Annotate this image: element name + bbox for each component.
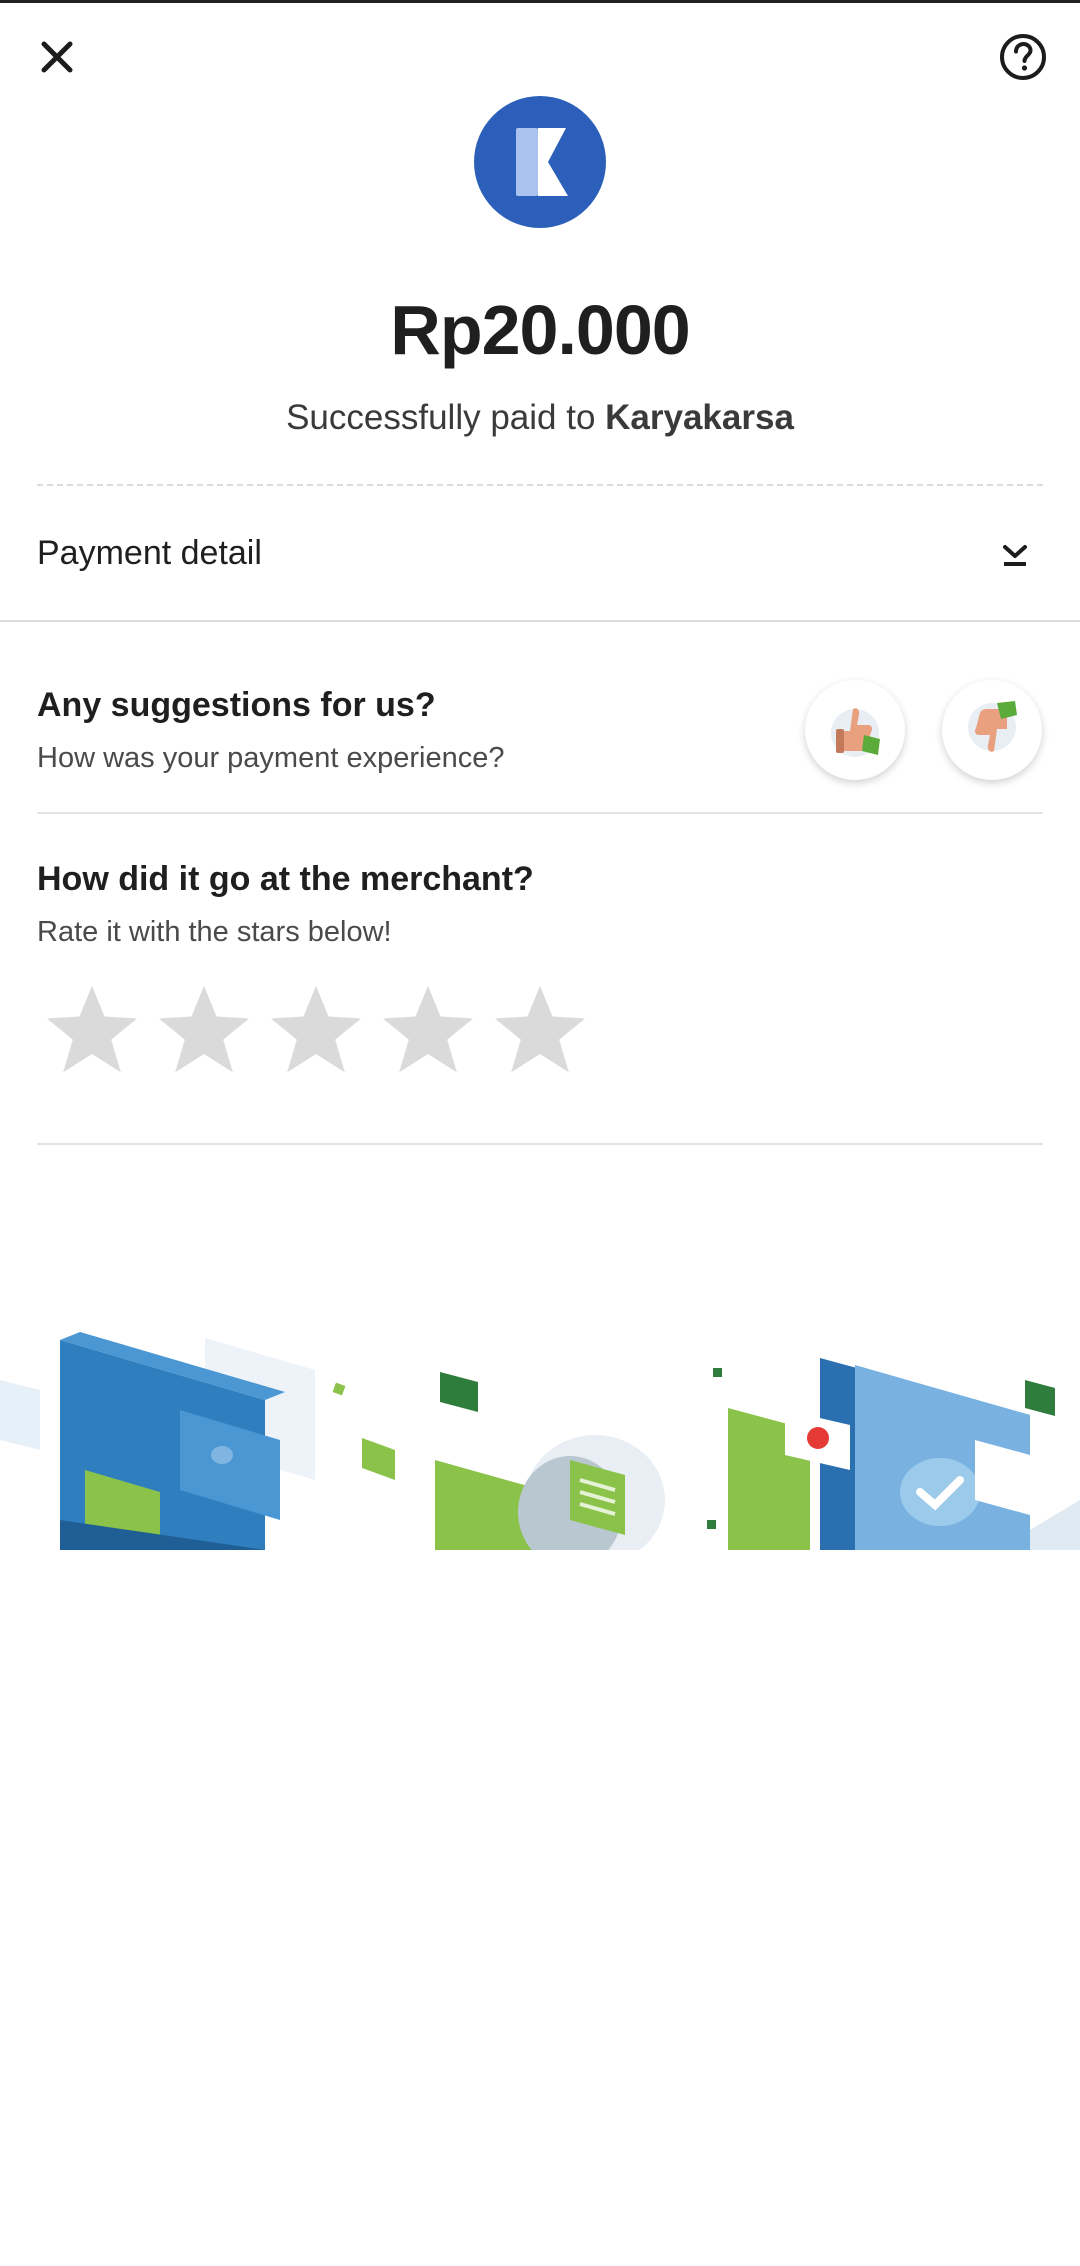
payment-status-prefix: Successfully paid to bbox=[286, 398, 606, 437]
dashed-divider bbox=[37, 484, 1043, 486]
thumbs-up-button[interactable] bbox=[805, 680, 905, 780]
payment-status: Successfully paid to Karyakarsa bbox=[0, 398, 1080, 438]
thumbs-down-icon bbox=[968, 701, 1017, 752]
help-circle-icon bbox=[1000, 34, 1046, 80]
thumbs-down-button[interactable] bbox=[942, 680, 1042, 780]
feedback-divider bbox=[37, 812, 1043, 814]
star-4-icon[interactable] bbox=[380, 982, 476, 1078]
feedback-subtitle: How was your payment experience? bbox=[37, 742, 505, 774]
help-button[interactable] bbox=[996, 30, 1050, 84]
star-1-icon[interactable] bbox=[44, 982, 140, 1078]
close-icon bbox=[41, 41, 73, 73]
close-button[interactable] bbox=[30, 30, 84, 84]
payment-detail-label: Payment detail bbox=[37, 534, 262, 572]
star-2-icon[interactable] bbox=[156, 982, 252, 1078]
rating-divider bbox=[37, 1143, 1043, 1145]
top-border bbox=[0, 0, 1080, 3]
payment-illustration bbox=[0, 1332, 1080, 1550]
payment-amount: Rp20.000 bbox=[390, 291, 690, 369]
feedback-title: Any suggestions for us? bbox=[37, 686, 436, 724]
star-5-icon[interactable] bbox=[492, 982, 588, 1078]
merchant-rating-title: How did it go at the merchant? bbox=[37, 860, 534, 898]
section-divider bbox=[0, 620, 1080, 622]
merchant-logo bbox=[474, 96, 606, 228]
merchant-name: Karyakarsa bbox=[605, 398, 794, 437]
star-3-icon[interactable] bbox=[268, 982, 364, 1078]
payment-detail-toggle[interactable]: Payment detail bbox=[0, 500, 1080, 620]
thumbs-up-icon bbox=[831, 708, 880, 757]
star-rating bbox=[44, 982, 604, 1082]
chevron-down-icon bbox=[1003, 545, 1027, 566]
merchant-rating-subtitle: Rate it with the stars below! bbox=[37, 916, 392, 948]
